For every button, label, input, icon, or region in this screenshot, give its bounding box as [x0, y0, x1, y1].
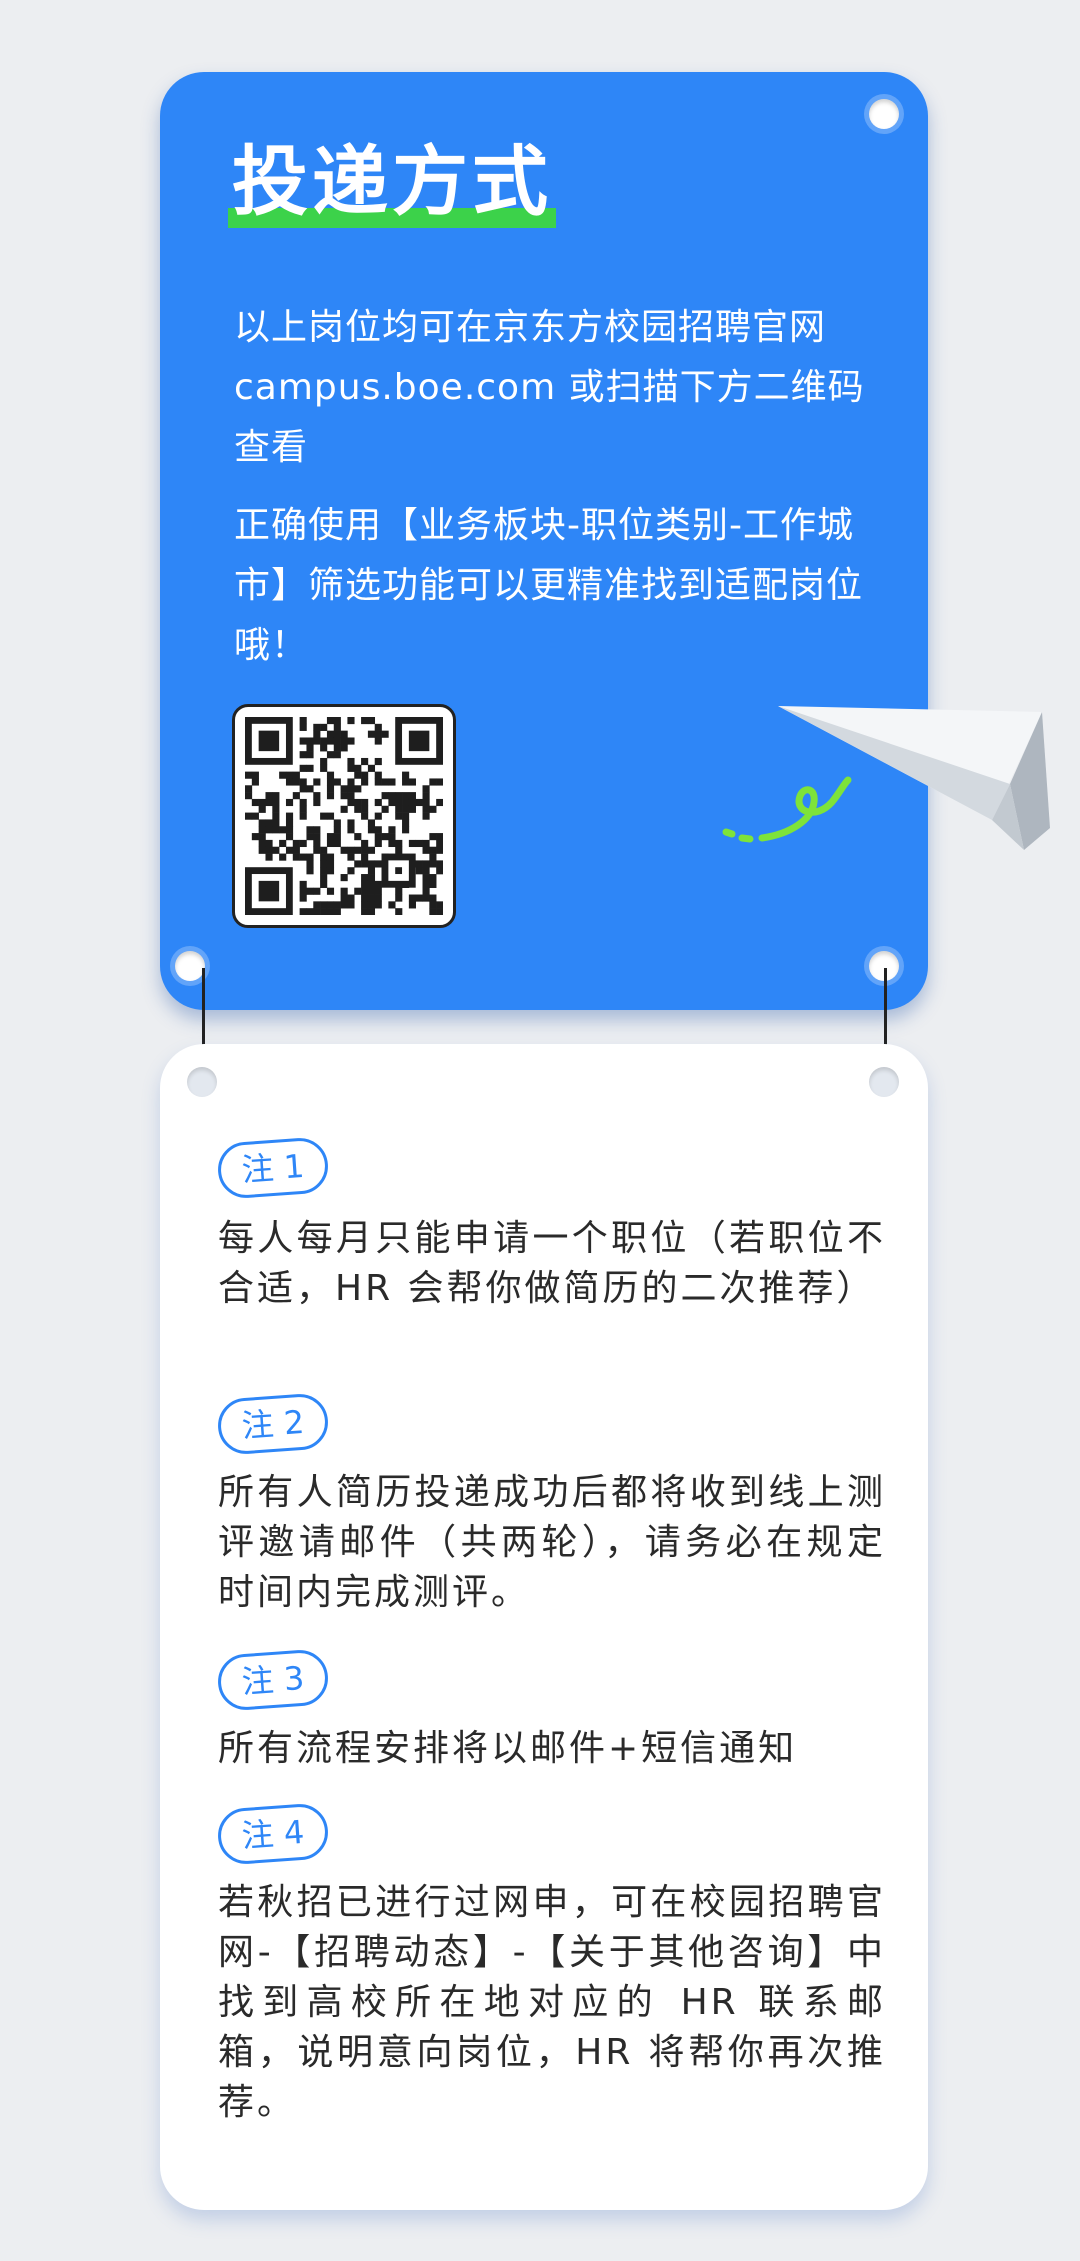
paper-plane-icon — [778, 706, 1050, 850]
qr-code-icon[interactable] — [232, 704, 456, 928]
hanging-hole — [869, 1067, 899, 1097]
notes-card: 注 1 每人每月只能申请一个职位（若职位不合适，HR 会帮你做简历的二次推荐） … — [160, 1044, 928, 2210]
note-tag-1: 注 1 — [216, 1136, 330, 1200]
hanging-hole — [175, 951, 205, 981]
note-tag-2: 注 2 — [216, 1392, 330, 1456]
page-title: 投递方式 — [232, 137, 552, 226]
note-tag-4: 注 4 — [216, 1802, 330, 1866]
website-instructions: 以上岗位均可在京东方校园招聘官网campus.boe.com 或扫描下方二维码查… — [234, 307, 865, 468]
note-tag-3: 注 3 — [216, 1648, 330, 1712]
title-block: 投递方式 — [228, 134, 556, 230]
note-text-3: 所有流程安排将以邮件+短信通知 — [218, 1728, 798, 1769]
hanging-hole — [869, 99, 899, 129]
submission-card: 投递方式 以上岗位均可在京东方校园招聘官网campus.boe.com 或扫描下… — [160, 72, 928, 1010]
note-text-2: 所有人简历投递成功后都将收到线上测评邀请邮件（共两轮），请务必在规定时间内完成测… — [218, 1472, 886, 1613]
note-text-4: 若秋招已进行过网申，可在校园招聘官网-【招聘动态】-【关于其他咨询】中找到高校所… — [218, 1882, 886, 2123]
note-text-1: 每人每月只能申请一个职位（若职位不合适，HR 会帮你做简历的二次推荐） — [218, 1218, 886, 1309]
filter-tip: 正确使用【业务板块-职位类别-工作城市】筛选功能可以更精准找到适配岗位哦！ — [234, 505, 864, 666]
hanging-hole — [187, 1067, 217, 1097]
qr-code-graphic — [245, 717, 443, 915]
